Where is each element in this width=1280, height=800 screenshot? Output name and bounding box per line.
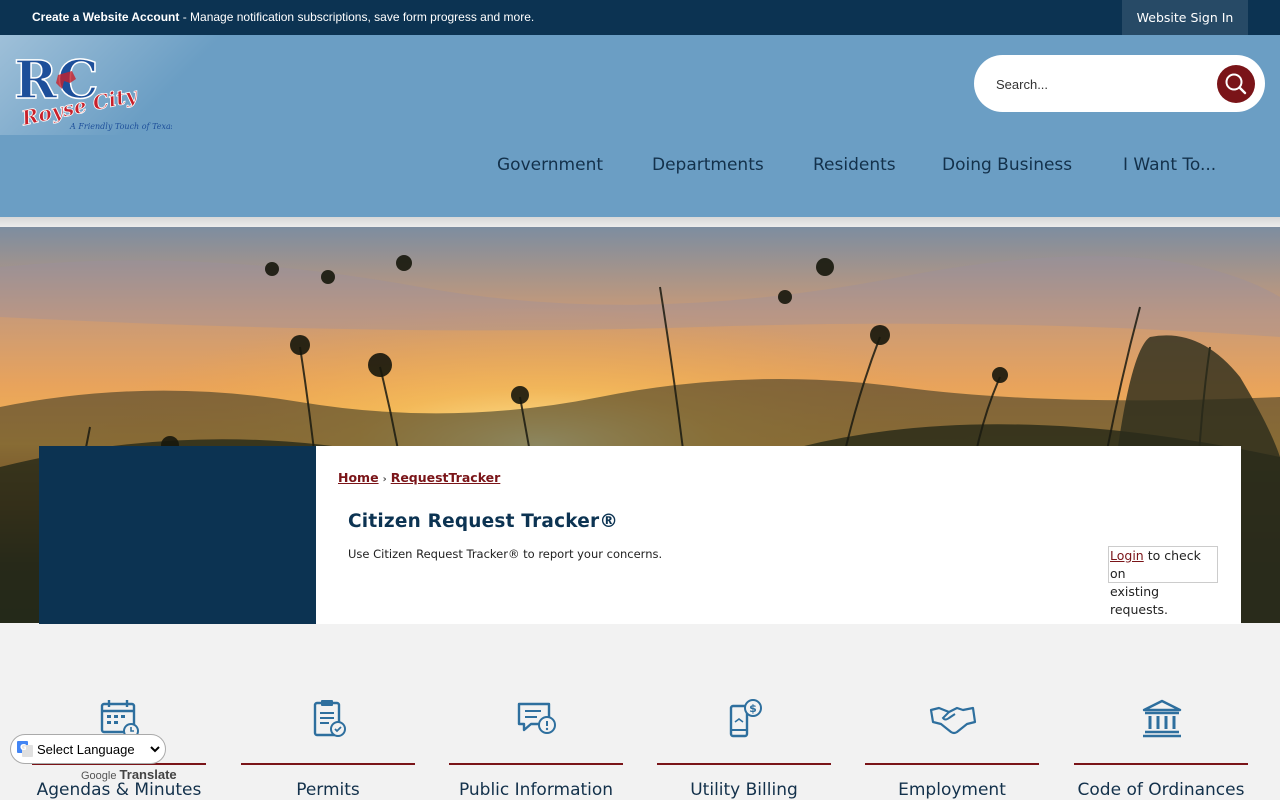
- courthouse-icon: [1142, 699, 1182, 738]
- quicklink-divider: [657, 763, 831, 765]
- quicklink-public-information[interactable]: Public Information: [449, 690, 623, 800]
- breadcrumb: Home › RequestTracker: [338, 470, 500, 485]
- logo-tagline: A Friendly Touch of Texas: [69, 122, 172, 131]
- login-box: Login to check on existing requests.: [1108, 546, 1218, 617]
- breadcrumb-home[interactable]: Home: [338, 470, 379, 485]
- google-translate-widget: G Select Language: [10, 734, 166, 764]
- quicklink-divider: [1074, 763, 1248, 765]
- website-sign-in-button[interactable]: Website Sign In: [1122, 0, 1248, 35]
- nav-government[interactable]: Government: [497, 155, 603, 175]
- quicklink-label: Public Information: [458, 780, 614, 800]
- svg-text:G: G: [20, 743, 27, 752]
- login-link[interactable]: Login: [1110, 548, 1144, 563]
- quicklink-label: Permits: [296, 780, 360, 800]
- chat-alert-icon: [517, 702, 556, 734]
- site-header: RC Royse City A Friendly Touch of Texas …: [0, 35, 1280, 217]
- intro-text: Use Citizen Request Tracker® to report y…: [348, 547, 663, 561]
- quicklink-label: Employment: [898, 780, 1006, 800]
- quicklink-employment[interactable]: Employment: [865, 690, 1039, 800]
- quicklink-permits[interactable]: Permits: [241, 690, 415, 800]
- phone-dollar-icon: $: [729, 699, 762, 738]
- search-button[interactable]: [1217, 65, 1255, 103]
- calendar-clock-icon: [100, 700, 139, 738]
- royse-city-logo[interactable]: RC Royse City A Friendly Touch of Texas: [12, 43, 172, 133]
- nav-i-want-to[interactable]: I Want To...: [1123, 155, 1216, 175]
- quicklink-utility-billing[interactable]: $ Utility Billing: [657, 690, 831, 800]
- svg-text:$: $: [749, 702, 757, 715]
- account-message-text: - Manage notification subscriptions, sav…: [179, 10, 535, 24]
- quicklink-divider: [865, 763, 1039, 765]
- quicklink-label: Code of Ordinances: [1077, 780, 1245, 800]
- side-panel: [39, 446, 316, 624]
- google-translate-icon: G: [17, 741, 33, 757]
- account-bar: Create a Website Account - Manage notifi…: [0, 0, 1280, 35]
- clipboard-check-icon: [313, 700, 346, 737]
- powered-translate: Translate: [119, 767, 177, 782]
- handshake-icon: [929, 706, 977, 735]
- powered-google: Google: [81, 770, 117, 782]
- create-account-link[interactable]: Create a Website Account: [32, 10, 179, 24]
- page-title: Citizen Request Tracker®: [348, 511, 619, 532]
- login-text-2: existing requests.: [1110, 584, 1169, 617]
- nav-residents[interactable]: Residents: [813, 155, 896, 175]
- main-nav: Government Departments Residents Doing B…: [0, 155, 1280, 181]
- nav-doing-business[interactable]: Doing Business: [942, 155, 1072, 175]
- powered-by-google-translate[interactable]: Google Translate: [81, 767, 177, 782]
- quicklink-code-of-ordinances[interactable]: Code of Ordinances: [1074, 690, 1248, 800]
- language-select[interactable]: Select Language: [33, 739, 163, 759]
- quicklink-divider: [449, 763, 623, 765]
- search-input[interactable]: [996, 73, 1196, 95]
- account-message: Create a Website Account - Manage notifi…: [32, 10, 534, 24]
- quicklink-label: Utility Billing: [690, 780, 798, 800]
- quicklink-divider: [241, 763, 415, 765]
- nav-departments[interactable]: Departments: [652, 155, 764, 175]
- header-divider: [0, 217, 1280, 227]
- search-box: [974, 55, 1265, 112]
- search-icon: [1225, 73, 1247, 95]
- content-card: Home › RequestTracker Citizen Request Trac…: [316, 446, 1241, 624]
- breadcrumb-request-tracker[interactable]: RequestTracker: [391, 470, 501, 485]
- breadcrumb-separator: ›: [382, 474, 387, 485]
- quicklink-label: Agendas & Minutes: [36, 780, 202, 800]
